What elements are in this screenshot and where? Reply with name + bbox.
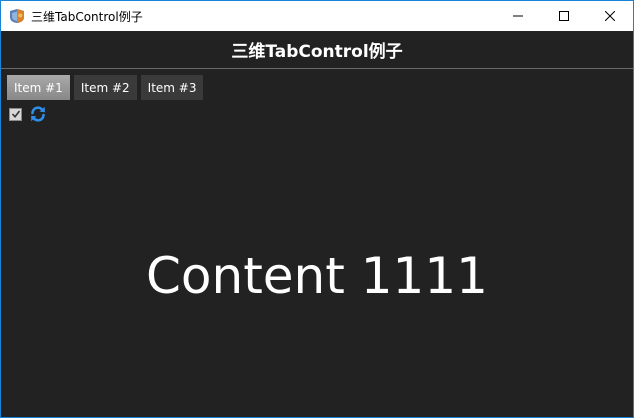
- tab-content: Content 1111: [1, 131, 633, 417]
- tab-label: Item #3: [147, 80, 197, 95]
- app-window: 三维TabControl例子 三维TabControl例子 Item #1 It…: [0, 0, 634, 418]
- maximize-icon: [559, 11, 569, 21]
- tab-item-3[interactable]: Item #3: [140, 75, 204, 100]
- page-title: 三维TabControl例子: [231, 42, 403, 62]
- maximize-button[interactable]: [541, 1, 587, 31]
- window-title: 三维TabControl例子: [31, 10, 143, 24]
- tab-item-1[interactable]: Item #1: [7, 75, 70, 100]
- close-icon: [605, 11, 615, 21]
- check-icon: [11, 110, 20, 119]
- toolbar: [9, 105, 47, 123]
- minimize-button[interactable]: [495, 1, 541, 31]
- tab-strip: Item #1 Item #2 Item #3: [7, 75, 204, 100]
- page-header: 三维TabControl例子: [1, 31, 633, 69]
- minimize-icon: [513, 15, 523, 17]
- refresh-icon[interactable]: [29, 105, 47, 123]
- tab-item-2[interactable]: Item #2: [73, 75, 137, 100]
- tab-label: Item #1: [14, 80, 63, 95]
- app-icon[interactable]: [9, 8, 25, 24]
- close-button[interactable]: [587, 1, 633, 31]
- title-bar[interactable]: 三维TabControl例子: [1, 1, 633, 31]
- content-text: Content 1111: [146, 247, 488, 305]
- toggle-checkbox[interactable]: [9, 107, 22, 121]
- tab-label: Item #2: [80, 80, 130, 95]
